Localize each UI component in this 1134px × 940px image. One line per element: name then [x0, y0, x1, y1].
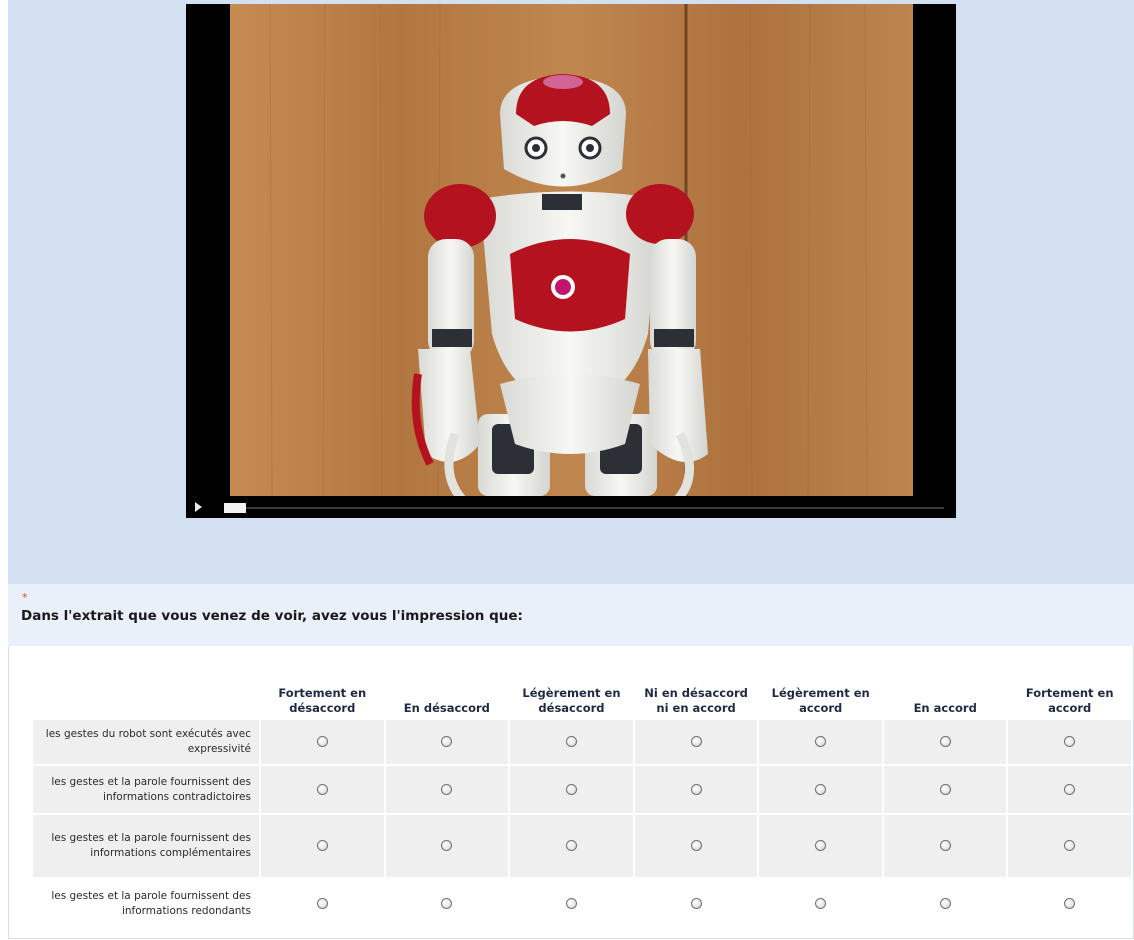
column-header: Fortement en désaccord [278, 686, 367, 715]
required-marker: * [22, 591, 28, 604]
radio-cell[interactable] [385, 720, 509, 764]
likert-matrix: Fortement en désaccord En désaccord Légè… [31, 664, 1133, 931]
column-header: Légèrement en accord [771, 686, 870, 715]
seek-thumb[interactable] [224, 503, 246, 513]
matrix-row: les gestes et la parole fournissent des … [33, 815, 1131, 877]
radio-cell[interactable] [261, 879, 384, 929]
matrix-row: les gestes et la parole fournissent des … [33, 766, 1131, 813]
radio-button[interactable] [565, 898, 577, 909]
radio-cell[interactable] [261, 815, 384, 877]
radio-button[interactable] [690, 840, 702, 851]
column-header: En accord [913, 701, 977, 715]
radio-cell[interactable] [634, 720, 758, 764]
radio-button[interactable] [1064, 783, 1076, 795]
radio-button[interactable] [316, 898, 328, 909]
radio-button[interactable] [815, 736, 827, 747]
radio-button[interactable] [316, 736, 328, 747]
radio-cell[interactable] [385, 879, 509, 929]
radio-cell[interactable] [1008, 815, 1131, 877]
column-header: Ni en désaccord ni en accord [644, 686, 748, 715]
radio-button[interactable] [939, 783, 951, 795]
radio-cell[interactable] [1008, 720, 1131, 764]
video-controls [186, 496, 956, 518]
radio-cell[interactable] [884, 815, 1007, 877]
video-player[interactable] [186, 4, 956, 518]
row-label: les gestes et la parole fournissent des … [33, 879, 259, 929]
radio-cell[interactable] [884, 879, 1007, 929]
radio-cell[interactable] [510, 720, 633, 764]
radio-button[interactable] [815, 898, 827, 909]
radio-button[interactable] [939, 898, 951, 909]
matrix-corner [33, 666, 259, 718]
radio-button[interactable] [939, 840, 951, 851]
row-label: les gestes et la parole fournissent des … [33, 766, 259, 813]
play-icon[interactable] [195, 502, 202, 512]
radio-cell[interactable] [1008, 766, 1131, 813]
question-title: Dans l'extrait que vous venez de voir, a… [21, 608, 523, 624]
radio-button[interactable] [316, 783, 328, 795]
radio-button[interactable] [565, 736, 577, 747]
radio-cell[interactable] [385, 766, 509, 813]
radio-cell[interactable] [385, 815, 509, 877]
column-header: Fortement en accord [1025, 686, 1114, 715]
radio-cell[interactable] [1008, 879, 1131, 929]
matrix-header-row: Fortement en désaccord En désaccord Légè… [33, 666, 1131, 718]
question-header: * Dans l'extrait que vous venez de voir,… [8, 584, 1134, 646]
radio-button[interactable] [441, 736, 453, 747]
radio-button[interactable] [316, 840, 328, 851]
radio-button[interactable] [939, 736, 951, 747]
row-label: les gestes du robot sont exécutés avec e… [33, 720, 259, 764]
radio-cell[interactable] [634, 879, 758, 929]
radio-cell[interactable] [261, 766, 384, 813]
radio-cell[interactable] [759, 720, 883, 764]
seek-bar[interactable] [224, 507, 944, 509]
row-label: les gestes et la parole fournissent des … [33, 815, 259, 877]
radio-cell[interactable] [634, 766, 758, 813]
radio-cell[interactable] [510, 815, 633, 877]
radio-cell[interactable] [759, 766, 883, 813]
radio-button[interactable] [690, 898, 702, 909]
radio-cell[interactable] [510, 879, 633, 929]
radio-button[interactable] [565, 840, 577, 851]
radio-button[interactable] [690, 783, 702, 795]
radio-button[interactable] [565, 783, 577, 795]
radio-cell[interactable] [510, 766, 633, 813]
radio-cell[interactable] [884, 720, 1007, 764]
radio-button[interactable] [1064, 840, 1076, 851]
radio-button[interactable] [1064, 736, 1076, 747]
likert-matrix-panel: Fortement en désaccord En désaccord Légè… [8, 646, 1134, 939]
video-frame[interactable] [230, 4, 913, 496]
matrix-row: les gestes du robot sont exécutés avec e… [33, 720, 1131, 764]
robot-video-still [230, 4, 913, 496]
column-header: Légèrement en désaccord [522, 686, 621, 715]
radio-button[interactable] [441, 840, 453, 851]
column-header: En désaccord [403, 701, 490, 715]
matrix-row: les gestes et la parole fournissent des … [33, 879, 1131, 929]
radio-button[interactable] [1064, 898, 1076, 909]
radio-cell[interactable] [261, 720, 384, 764]
radio-cell[interactable] [884, 766, 1007, 813]
radio-button[interactable] [441, 898, 453, 909]
radio-cell[interactable] [634, 815, 758, 877]
radio-cell[interactable] [759, 815, 883, 877]
radio-button[interactable] [815, 840, 827, 851]
radio-button[interactable] [441, 783, 453, 795]
radio-button[interactable] [690, 736, 702, 747]
radio-button[interactable] [815, 783, 827, 795]
radio-cell[interactable] [759, 879, 883, 929]
